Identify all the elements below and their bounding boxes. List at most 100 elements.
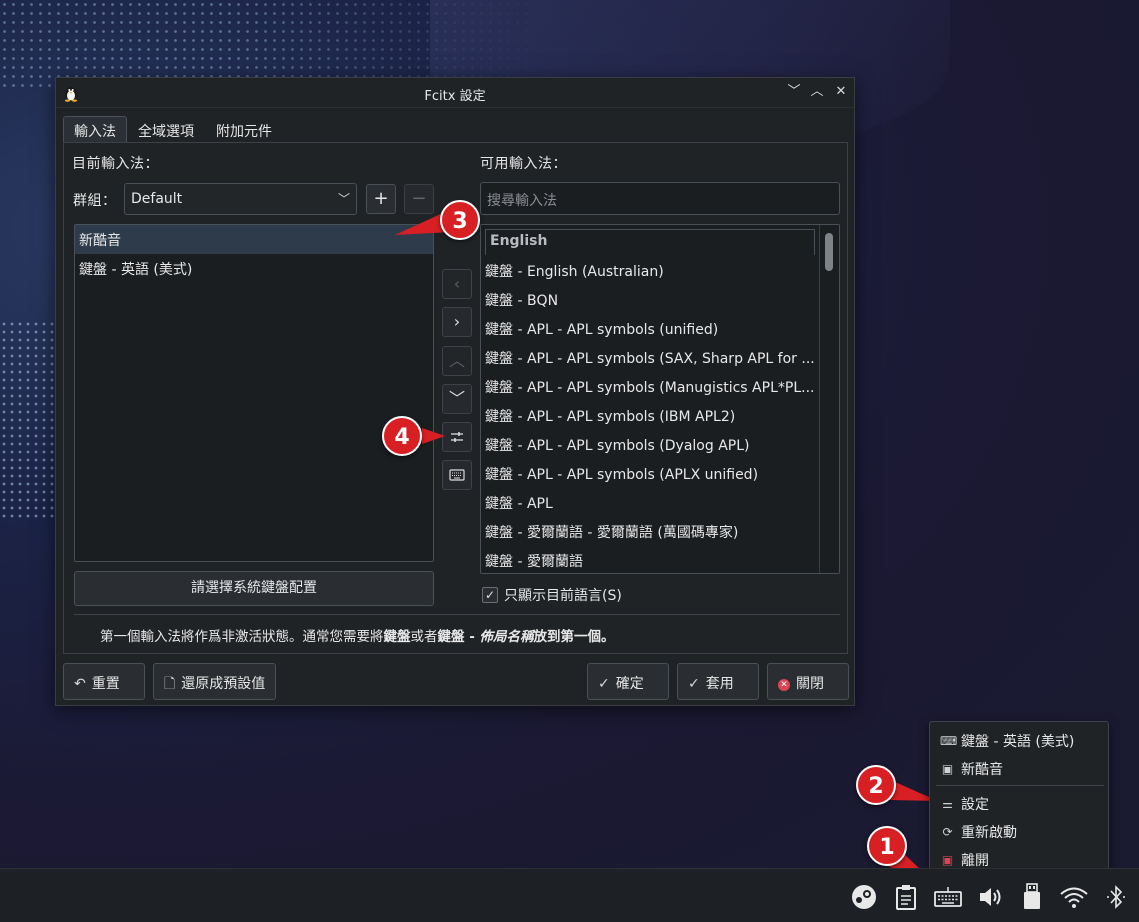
reset-label: 重置 (91, 676, 120, 692)
restore-defaults-label: 還原成預設值 (181, 676, 266, 692)
tray-item-chewing-label: 新酷音 (961, 762, 1003, 778)
select-system-keyboard-button[interactable]: 請選擇系統鍵盤配置 (74, 571, 434, 606)
clipboard-icon[interactable] (890, 879, 922, 911)
current-im-item-chewing[interactable]: 新酷音 (75, 225, 433, 254)
group-combobox[interactable]: Default ﹀ (124, 183, 357, 215)
hint-part3: 放到第一個。 (533, 629, 615, 645)
available-im-item[interactable]: 鍵盤 - 愛爾蘭語 - 愛爾蘭語 (萬國碼專家) (481, 516, 819, 545)
close-label: 關閉 (796, 676, 824, 692)
tab-global-options[interactable]: 全域選項 (127, 116, 205, 143)
close-button[interactable]: ✕ 關閉 (767, 663, 849, 700)
hint-part2: 或者 (410, 629, 438, 645)
group-row: 群組： Default ﹀ + − (73, 183, 438, 215)
scrollbar[interactable] (819, 225, 839, 573)
add-group-button[interactable]: + (366, 184, 396, 214)
available-im-item[interactable]: 鍵盤 - APL - APL symbols (Manugistics APL*… (481, 371, 819, 400)
callout-4: 4 (382, 416, 422, 456)
input-method-tray-icon[interactable] (932, 879, 964, 911)
available-im-item[interactable]: 鍵盤 - APL (481, 487, 819, 516)
current-im-list: 新酷音 鍵盤 - 英語 (美式) (74, 224, 434, 562)
callout-3: 3 (440, 200, 480, 240)
available-im-items: 鍵盤 - English (Australian) 鍵盤 - BQN 鍵盤 - AP… (481, 255, 839, 573)
available-im-list: English 鍵盤 - English (Australian) 鍵盤 - BQ… (480, 224, 840, 574)
hint-text: 第一個輸入法將作爲非激活狀態。通常您需要將鍵盤或者鍵盤 - 佈局名稱放到第一個。 (100, 625, 615, 645)
language-group-header: English (485, 229, 815, 255)
wifi-icon[interactable] (1058, 879, 1090, 911)
usb-device-icon[interactable] (1016, 879, 1048, 911)
available-im-item[interactable]: 鍵盤 - APL - APL symbols (APLX unified) (481, 458, 819, 487)
tray-item-settings[interactable]: ⚌ 設定 (940, 792, 989, 816)
tab-bar: 輸入法 全域選項 附加元件 (63, 116, 283, 143)
ok-label: 確定 (615, 676, 644, 692)
separator (74, 614, 840, 615)
close-circle-icon: ✕ (778, 679, 790, 691)
tray-item-restart[interactable]: ⟳ 重新啟動 (940, 820, 1017, 844)
check-icon: ✓ (688, 676, 700, 692)
apply-button[interactable]: ✓ 套用 (677, 663, 759, 700)
tray-item-exit-label: 離開 (961, 853, 989, 869)
only-current-language-row[interactable]: ✓ 只顯示目前語言(S) (482, 584, 622, 606)
scrollbar-thumb[interactable] (825, 233, 833, 271)
chevron-down-icon: ﹀ (337, 192, 350, 206)
available-im-item[interactable]: 鍵盤 - APL - APL symbols (SAX, Sharp APL f… (481, 342, 819, 371)
keyboard-icon: ⌨ (940, 734, 958, 748)
tray-item-restart-label: 重新啟動 (961, 825, 1017, 841)
remove-group-button[interactable]: − (404, 184, 434, 214)
bluetooth-icon[interactable] (1100, 879, 1132, 911)
close-window-button[interactable]: ✕ (832, 83, 850, 101)
tray-item-keyboard-us[interactable]: ⌨ 鍵盤 - 英語 (美式) (940, 729, 1074, 753)
volume-icon[interactable] (974, 879, 1006, 911)
available-im-item[interactable]: 鍵盤 - APL - APL symbols (unified) (481, 313, 819, 342)
tray-item-settings-label: 設定 (961, 797, 989, 813)
hint-part1: 第一個輸入法將作爲非激活狀態。通常您需要將 (100, 629, 384, 645)
document-icon: 🗋 (164, 676, 176, 692)
ok-button[interactable]: ✓ 確定 (587, 663, 669, 700)
titlebar[interactable]: Fcitx 設定 ﹀ ︿ ✕ (56, 78, 854, 108)
move-left-button[interactable]: ‹ (442, 269, 472, 299)
callout-2: 2 (856, 765, 896, 805)
hint-bold-keyboard: 鍵盤 (383, 629, 411, 645)
configure-im-button[interactable] (442, 422, 472, 452)
check-icon: ✓ (598, 676, 610, 692)
move-down-button[interactable]: ﹀ (442, 384, 472, 414)
available-im-item[interactable]: 鍵盤 - BQN (481, 284, 819, 313)
group-combobox-value: Default (131, 191, 183, 207)
current-im-label: 目前輸入法： (72, 156, 159, 172)
available-im-item[interactable]: 鍵盤 - APL - APL symbols (IBM APL2) (481, 400, 819, 429)
available-im-item[interactable]: 鍵盤 - English (Australian) (481, 255, 819, 284)
move-right-button[interactable]: › (442, 307, 472, 337)
taskbar (0, 868, 1139, 922)
keyboard-icon (449, 469, 465, 481)
tab-addons[interactable]: 附加元件 (205, 116, 283, 143)
wallpaper-dots-left (0, 320, 60, 520)
tray-menu-separator (936, 785, 1104, 786)
search-im-input[interactable]: 搜尋輸入法 (480, 182, 840, 215)
undo-icon: ↶ (74, 676, 86, 692)
keyboard-layout-button[interactable] (442, 460, 472, 490)
available-im-label: 可用輸入法： (480, 156, 567, 172)
steam-icon[interactable] (848, 879, 880, 911)
only-current-language-label: 只顯示目前語言(S) (504, 588, 622, 604)
available-im-item[interactable]: 鍵盤 - APL - APL symbols (Dyalog APL) (481, 429, 819, 458)
restart-icon: ⟳ (942, 825, 953, 839)
minimize-button[interactable]: ﹀ (785, 83, 803, 101)
only-current-language-checkbox[interactable]: ✓ (482, 587, 498, 603)
group-label: 群組： (73, 193, 117, 209)
tray-item-keyboard-us-label: 鍵盤 - 英語 (美式) (961, 734, 1075, 750)
fcitx-settings-window: Fcitx 設定 ﹀ ︿ ✕ 輸入法 全域選項 附加元件 目前輸入法： 可用輸入… (55, 77, 855, 706)
exit-icon: ▣ (941, 853, 954, 867)
sliders-icon: ⚌ (942, 797, 953, 811)
tray-item-chewing[interactable]: ▣ 新酷音 (940, 757, 1003, 781)
restore-defaults-button[interactable]: 🗋 還原成預設值 (153, 663, 276, 700)
hint-bold-keyboard-dash: 鍵盤 - (437, 629, 480, 645)
reset-button[interactable]: ↶ 重置 (63, 663, 145, 700)
available-im-item[interactable]: 鍵盤 - 愛爾蘭語 (481, 545, 819, 573)
current-im-item-keyboard-us[interactable]: 鍵盤 - 英語 (美式) (75, 254, 433, 283)
apply-label: 套用 (705, 676, 734, 692)
maximize-button[interactable]: ︿ (808, 83, 826, 101)
move-up-button[interactable]: ︿ (442, 346, 472, 376)
window-title: Fcitx 設定 (424, 89, 486, 104)
tab-input-method[interactable]: 輸入法 (63, 116, 127, 143)
sliders-icon (451, 432, 463, 442)
chewing-icon: ▣ (941, 762, 954, 776)
